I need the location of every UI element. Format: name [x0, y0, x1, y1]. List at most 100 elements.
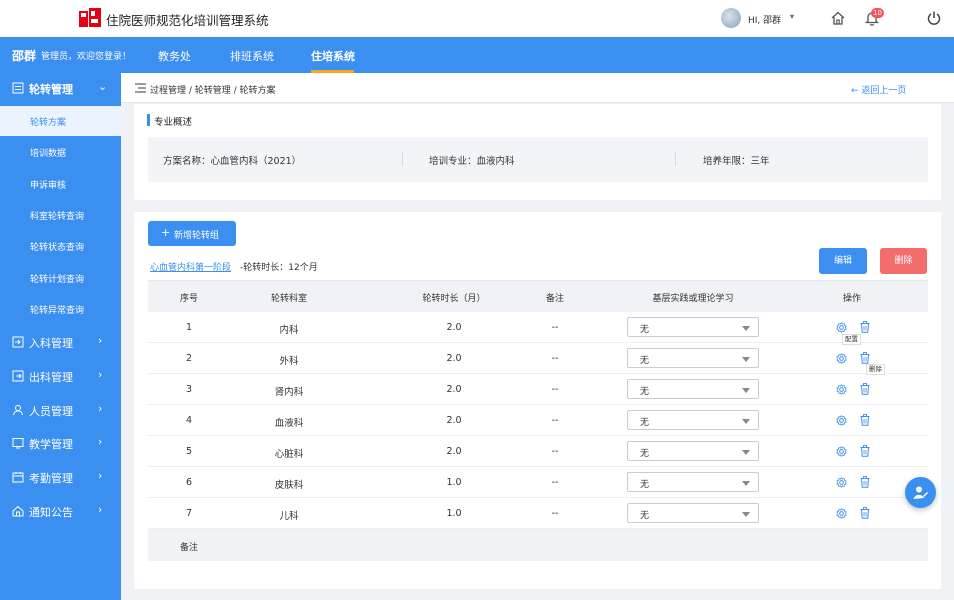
tab-academic[interactable]: 教务处 — [158, 48, 191, 64]
row-number: 5 — [185, 446, 193, 457]
column-header: 备注 — [545, 294, 565, 304]
sidebar-group-person[interactable]: 人员管理 › — [0, 395, 121, 425]
practice-type-select[interactable]: 无 — [627, 472, 759, 492]
practice-type-select[interactable]: 无 — [627, 441, 759, 461]
row-department: 皮肤科 — [274, 480, 304, 491]
power-icon[interactable] — [926, 10, 942, 26]
row-number: 3 — [185, 384, 193, 395]
delete-button[interactable]: 删除 — [880, 248, 927, 274]
sidebar-item-rotation-status[interactable]: 轮转状态查询 — [0, 231, 121, 261]
sidebar-group-teaching[interactable]: 教学管理 › — [0, 428, 121, 458]
practice-type-select[interactable]: 无 — [627, 410, 759, 430]
sidebar-item-label: 培训数据 — [30, 149, 67, 159]
column-header: 轮转时长（月） — [422, 294, 486, 304]
row-duration: 1.0 — [446, 477, 462, 488]
chevron-down-icon[interactable]: ▾ — [790, 12, 794, 21]
column-header: 序号 — [179, 294, 199, 304]
edit-button[interactable]: 编辑 — [819, 248, 867, 274]
tab-residency[interactable]: 住培系统 — [311, 48, 355, 64]
config-gear-icon[interactable] — [836, 353, 847, 364]
divider — [402, 152, 403, 166]
caret-down-icon — [742, 481, 750, 486]
select-value: 无 — [640, 325, 650, 335]
caret-down-icon — [742, 357, 750, 362]
back-link[interactable]: ← 返回上一页 — [851, 83, 906, 96]
app-title: 住院医师规范化培训管理系统 — [106, 13, 269, 28]
practice-type-select[interactable]: 无 — [627, 348, 759, 368]
sidebar-group-exit[interactable]: 出科管理 › — [0, 361, 121, 391]
caret-down-icon — [742, 419, 750, 424]
sidebar-group-attendance[interactable]: 考勤管理 › — [0, 462, 121, 492]
sidebar-group-enter[interactable]: 入科管理 › — [0, 327, 121, 357]
practice-type-select[interactable]: 无 — [627, 317, 759, 337]
row-duration: 2.0 — [446, 353, 462, 364]
delete-trash-icon[interactable] — [860, 414, 870, 426]
practice-type-select[interactable]: 无 — [627, 503, 759, 523]
table-row: 3 肾内科 2.0 -- 无 — [148, 374, 928, 405]
person-icon — [13, 405, 23, 416]
row-number: 2 — [185, 353, 193, 364]
row-duration: 2.0 — [446, 415, 462, 426]
sidebar-group-rotation[interactable]: 轮转管理 ⌄ — [0, 73, 121, 103]
sidebar-group-label: 考勤管理 — [29, 472, 73, 485]
column-header: 轮转科室 — [270, 294, 308, 304]
user-edit-icon — [913, 486, 928, 499]
column-header: 操作 — [842, 294, 862, 304]
config-gear-icon[interactable] — [836, 508, 847, 519]
sidebar-group-label: 人员管理 — [29, 405, 73, 418]
delete-trash-icon[interactable] — [860, 352, 870, 364]
row-duration: 2.0 — [446, 322, 462, 333]
table-row: 4 血液科 2.0 -- 无 — [148, 405, 928, 436]
delete-tooltip: 删除 — [866, 364, 885, 375]
sidebar-item-rotation-plan-query[interactable]: 轮转计划查询 — [0, 263, 121, 293]
config-gear-icon[interactable] — [836, 446, 847, 457]
column-header: 基层实践或理论学习 — [652, 294, 734, 304]
breadcrumb: 过程管理 / 轮转管理 / 轮转方案 ← 返回上一页 — [121, 73, 954, 103]
overview-info: 方案名称：心血管内科（2021） 培训专业：血液内科 培养年限：三年 — [148, 137, 928, 182]
tab-scheduling[interactable]: 排班系统 — [230, 48, 274, 64]
practice-type-select[interactable]: 无 — [627, 379, 759, 399]
row-remark: -- — [551, 322, 559, 333]
row-department: 外科 — [279, 356, 299, 367]
config-gear-icon[interactable] — [836, 477, 847, 488]
sidebar-item-training-data[interactable]: 培训数据 — [0, 137, 121, 167]
sidebar-item-rotation-plan[interactable]: 轮转方案 — [0, 106, 121, 136]
select-value: 无 — [640, 418, 650, 428]
sidebar-item-appeal-review[interactable]: 申诉审核 — [0, 169, 121, 199]
hospital-logo-icon — [79, 8, 101, 27]
caret-down-icon — [742, 388, 750, 393]
table-row: 2 外科 2.0 -- 无 — [148, 343, 928, 374]
training-major: 培训专业：血液内科 — [429, 156, 515, 167]
assistant-button[interactable] — [905, 477, 936, 508]
chevron-right-icon: › — [98, 469, 103, 482]
overview-card: 专业概述 方案名称：心血管内科（2021） 培训专业：血液内科 培养年限：三年 — [134, 104, 941, 200]
delete-trash-icon[interactable] — [860, 476, 870, 488]
home-icon[interactable] — [830, 10, 846, 26]
chevron-down-icon: ⌄ — [98, 80, 108, 93]
select-value: 无 — [640, 356, 650, 366]
delete-trash-icon[interactable] — [860, 321, 870, 333]
calendar-icon — [12, 472, 24, 483]
delete-trash-icon[interactable] — [860, 445, 870, 457]
chevron-right-icon: › — [98, 334, 103, 347]
menu-fold-icon[interactable] — [135, 83, 146, 93]
rotation-card: + 新增轮转组 心血管内科第一阶段 -轮转时长：12个月 编辑 删除 序号 轮转… — [134, 212, 941, 589]
delete-trash-icon[interactable] — [860, 507, 870, 519]
row-duration: 2.0 — [446, 446, 462, 457]
config-gear-icon[interactable] — [836, 384, 847, 395]
welcome-text: 管理员，欢迎您登录！ — [41, 52, 132, 62]
delete-trash-icon[interactable] — [860, 383, 870, 395]
add-rotation-group-button[interactable]: + 新增轮转组 — [148, 221, 236, 246]
phase-name-link[interactable]: 心血管内科第一阶段 — [150, 260, 231, 273]
select-value: 无 — [640, 449, 650, 459]
sidebar-group-label: 出科管理 — [29, 371, 73, 384]
sidebar-item-rotation-exception[interactable]: 轮转异常查询 — [0, 294, 121, 324]
sidebar-item-dept-rotation[interactable]: 科室轮转查询 — [0, 200, 121, 230]
avatar[interactable] — [721, 8, 741, 28]
config-gear-icon[interactable] — [836, 415, 847, 426]
sidebar-group-notice[interactable]: 通知公告 › — [0, 496, 121, 526]
training-years: 培养年限：三年 — [703, 156, 770, 167]
table-header: 序号 轮转科室 轮转时长（月） 备注 基层实践或理论学习 操作 — [148, 280, 928, 312]
config-gear-icon[interactable] — [836, 322, 847, 333]
user-greeting[interactable]: HI, 邵群 — [748, 13, 781, 26]
